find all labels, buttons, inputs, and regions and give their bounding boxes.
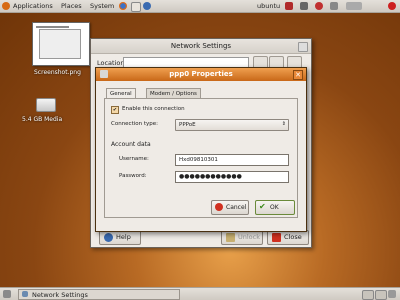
help-button[interactable]: Help [99, 230, 141, 245]
close-window-icon[interactable] [298, 42, 308, 52]
chevron-updown-icon: ⇕ [281, 121, 286, 127]
cancel-label: Cancel [226, 204, 247, 211]
ppp0-properties-titlebar[interactable]: ppp0 Properties ✕ [96, 68, 306, 81]
show-desktop-icon[interactable] [3, 290, 11, 298]
connection-type-label: Connection type: [111, 121, 159, 127]
unlock-button[interactable]: Unlock [221, 230, 263, 245]
close-icon [272, 233, 281, 242]
general-tab-panel: ✔ Enable this connection Connection type… [104, 98, 298, 218]
workspace-switcher-icon[interactable] [362, 290, 374, 300]
network-settings-title: Network Settings [170, 42, 232, 50]
connection-type-value: PPPoE [179, 122, 196, 128]
help-icon [104, 233, 113, 242]
battery-icon[interactable] [330, 2, 338, 10]
close-label: Close [284, 233, 302, 241]
drive-label: 5.4 GB Media [22, 116, 63, 123]
checkmark-icon: ✔ [259, 202, 266, 211]
clock-icon[interactable] [346, 2, 362, 10]
ubuntu-logo-icon[interactable] [2, 2, 10, 10]
network-settings-titlebar[interactable]: Network Settings [91, 39, 311, 54]
places-menu[interactable]: Places [61, 2, 82, 10]
volume-icon[interactable] [300, 2, 308, 10]
workspace-switcher-icon-2[interactable] [375, 290, 387, 300]
applications-menu[interactable]: Applications [13, 2, 53, 10]
enable-connection-label: Enable this connection [122, 106, 185, 112]
password-label: Password: [119, 173, 147, 179]
cancel-icon [215, 203, 223, 211]
screenshot-file-icon[interactable] [32, 22, 90, 66]
ok-button[interactable]: ✔ OK [255, 200, 295, 215]
password-field[interactable]: ●●●●●●●●●●●● [175, 171, 289, 183]
power-icon[interactable] [388, 2, 396, 10]
close-dialog-icon[interactable]: ✕ [293, 70, 303, 80]
taskbar-network-settings[interactable]: Network Settings [18, 289, 180, 300]
window-menu-icon[interactable] [100, 70, 108, 78]
top-panel: Applications Places System ubuntu [0, 0, 400, 13]
firefox-icon[interactable] [119, 2, 127, 10]
update-notifier-icon[interactable] [315, 2, 323, 10]
account-data-heading: Account data [111, 141, 151, 148]
cancel-button[interactable]: Cancel [211, 200, 249, 215]
system-menu[interactable]: System [90, 2, 114, 10]
network-status-icon[interactable] [285, 2, 293, 10]
close-button[interactable]: Close [267, 230, 309, 245]
password-value: ●●●●●●●●●●●● [179, 173, 242, 180]
enable-connection-checkbox[interactable]: ✔ [111, 106, 119, 114]
unlock-label: Unlock [238, 233, 260, 241]
ppp0-properties-title: ppp0 Properties [169, 70, 233, 78]
lock-icon [226, 233, 235, 242]
username-value: Hxd09810301 [179, 157, 218, 163]
username-label: Username: [119, 156, 149, 162]
user-name[interactable]: ubuntu [257, 2, 280, 10]
trash-icon[interactable] [388, 290, 396, 298]
mail-icon[interactable] [131, 2, 141, 12]
drive-icon[interactable] [36, 98, 56, 112]
network-icon [22, 291, 28, 297]
username-field[interactable]: Hxd09810301 [175, 154, 289, 166]
bottom-panel: Network Settings [0, 287, 400, 300]
taskbar-label: Network Settings [32, 291, 88, 299]
ok-label: OK [270, 204, 279, 211]
help-label: Help [116, 233, 131, 241]
ppp0-properties-dialog: ppp0 Properties ✕ General Modem / Option… [95, 67, 307, 232]
help-icon[interactable] [143, 2, 151, 10]
connection-type-combo[interactable]: PPPoE ⇕ [175, 119, 289, 131]
screenshot-file-label: Screenshot.png [34, 69, 81, 76]
